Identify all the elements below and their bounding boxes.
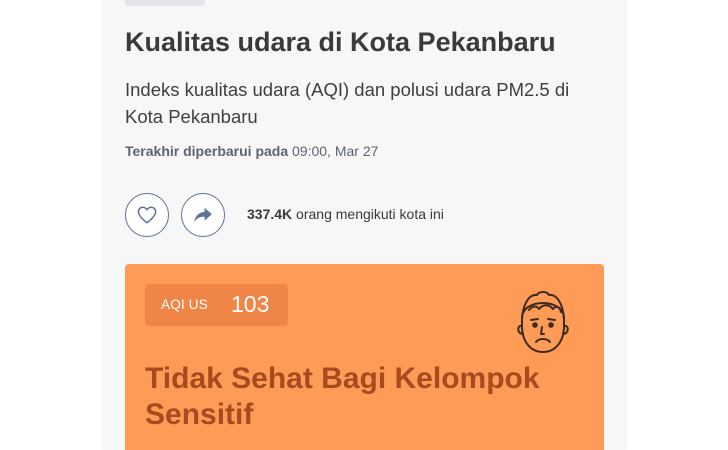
follower-info: 337.4K orang mengikuti kota ini [247, 206, 444, 222]
aqi-status: Tidak Sehat Bagi Kelompok Sensitif [145, 362, 540, 431]
follower-text: orang mengikuti kota ini [296, 206, 444, 222]
sad-face-icon [517, 291, 569, 353]
last-updated-value: 09:00, Mar 27 [292, 143, 379, 159]
aqi-card: AQI US 103 Tidak Sehat Bagi Kelompok Sen… [125, 264, 604, 450]
heart-icon [137, 206, 157, 224]
last-updated: Terakhir diperbarui pada 09:00, Mar 27 [125, 143, 378, 159]
page-subtitle: Indeks kualitas udara (AQI) dan polusi u… [125, 79, 570, 127]
follower-count: 337.4K [247, 206, 293, 222]
share-arrow-icon [194, 207, 212, 223]
page-title: Kualitas udara di Kota Pekanbaru [125, 27, 556, 57]
last-updated-label: Terakhir diperbarui pada [125, 143, 289, 159]
aqi-value: 103 [231, 291, 270, 317]
like-button[interactable] [125, 193, 169, 237]
aqi-badge: AQI US 103 [145, 284, 288, 326]
top-chip [125, 0, 205, 6]
page: Kualitas udara di Kota Pekanbaru Indeks … [0, 0, 728, 450]
aqi-badge-label: AQI US [161, 297, 208, 312]
share-button[interactable] [181, 193, 225, 237]
